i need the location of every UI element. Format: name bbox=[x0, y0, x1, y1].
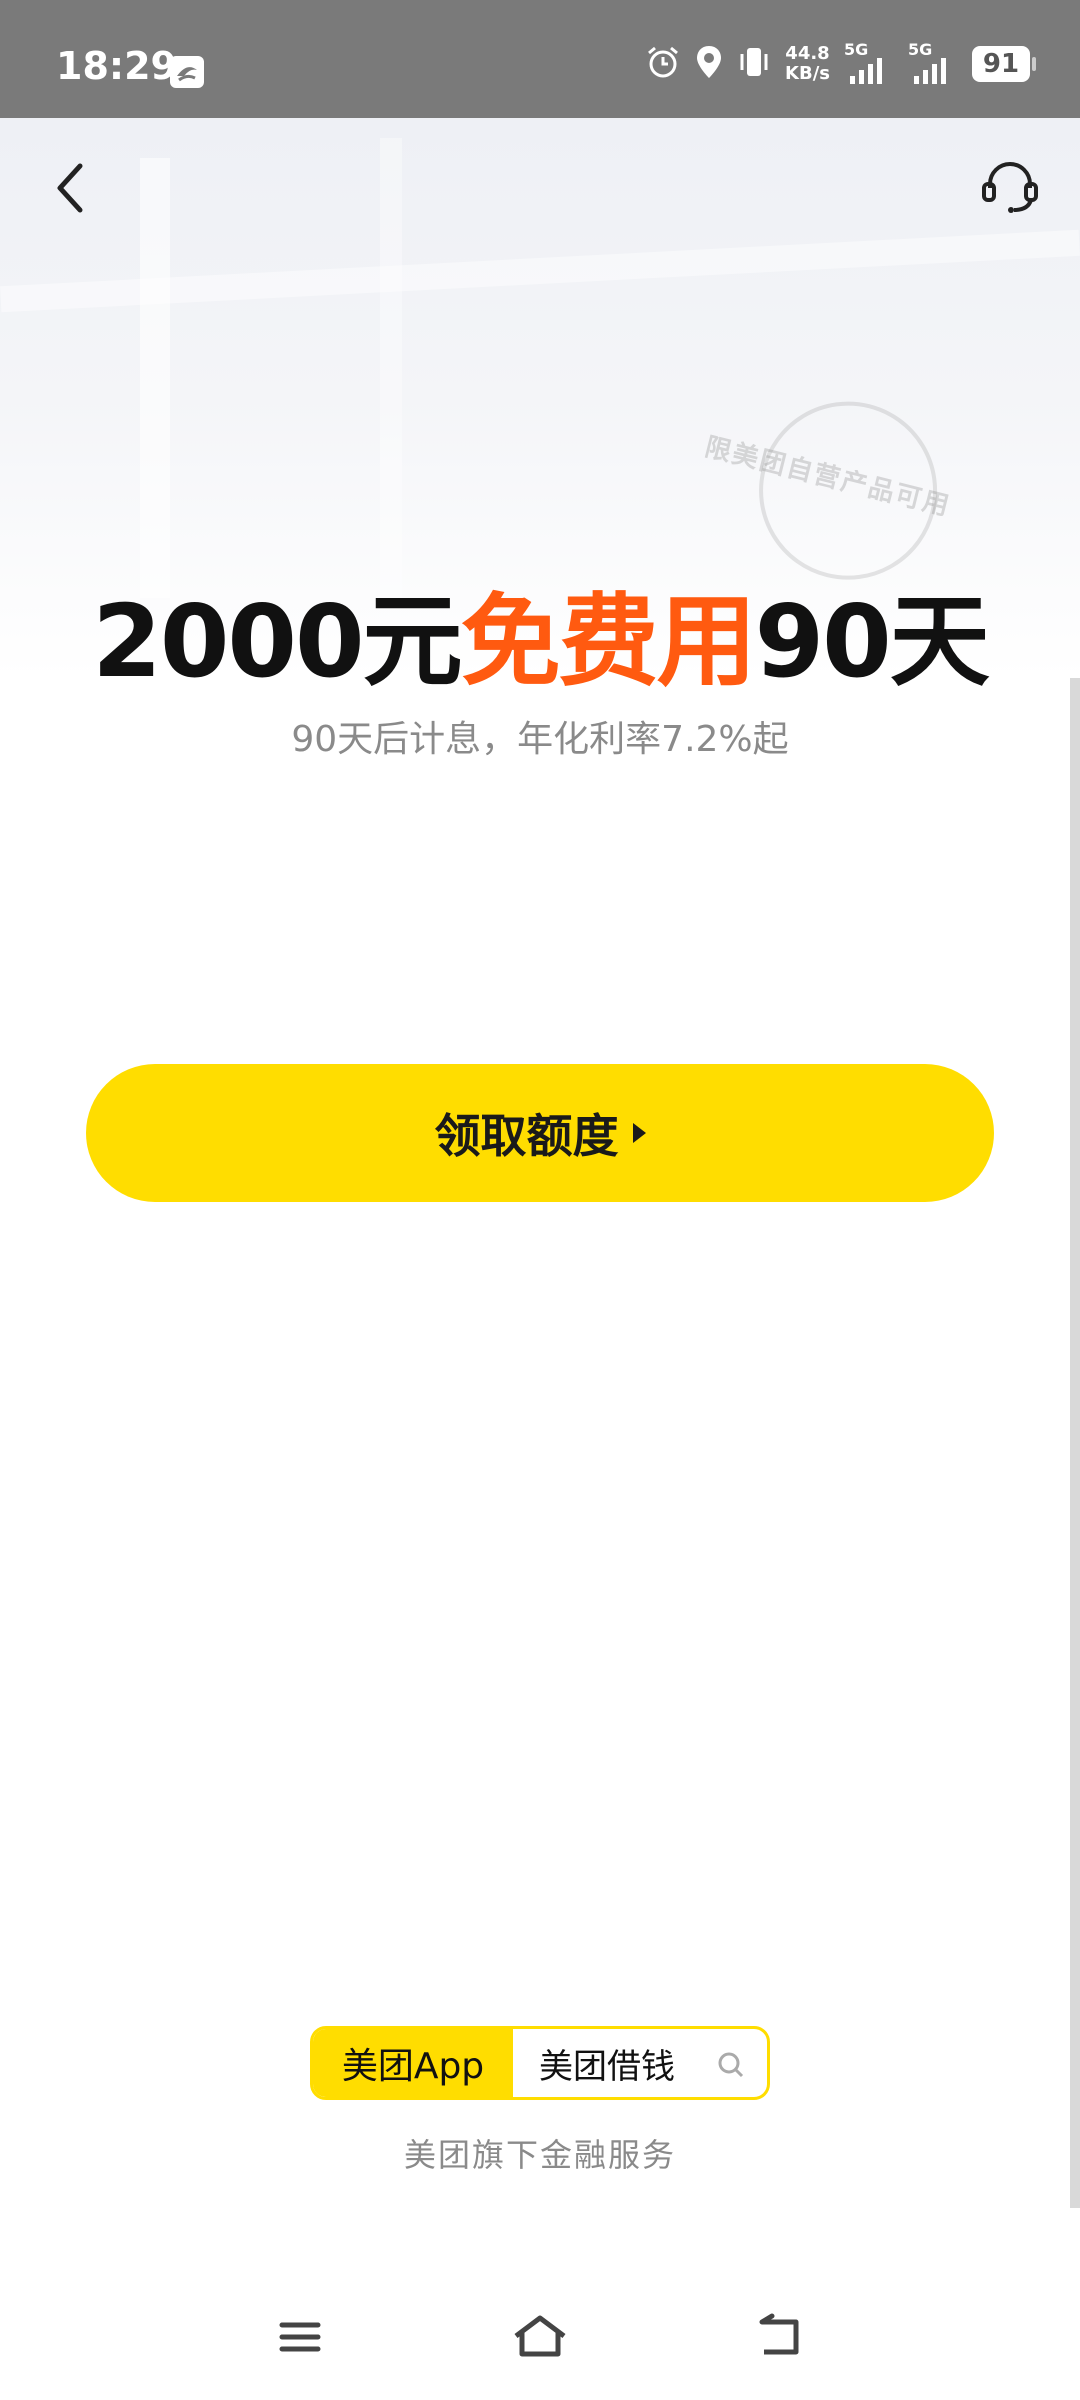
back-icon bbox=[759, 2313, 799, 2355]
search-query-box: 美团借钱 bbox=[513, 2029, 767, 2097]
signal-sim2: 5G bbox=[908, 40, 958, 84]
nav-back-button[interactable] bbox=[750, 2312, 810, 2362]
notification-icon bbox=[170, 56, 204, 88]
background-decoration bbox=[380, 138, 402, 598]
network-speed-value: 44.8 bbox=[785, 43, 830, 64]
network-speed-unit: KB/s bbox=[785, 63, 830, 84]
headline-highlight: 免费用 bbox=[460, 583, 757, 700]
menu-icon bbox=[279, 2322, 321, 2352]
home-icon bbox=[514, 2315, 566, 2357]
sim1-network-label: 5G bbox=[844, 40, 869, 59]
background-decoration bbox=[140, 158, 170, 598]
claim-credit-label: 领取额度 bbox=[434, 1109, 619, 1163]
page-headline: 2000元免费用90天 bbox=[0, 560, 1080, 705]
status-time: 18:29 bbox=[56, 44, 177, 88]
location-icon bbox=[695, 44, 723, 84]
customer-service-button[interactable] bbox=[980, 156, 1040, 216]
footer-note: 美团旗下金融服务 bbox=[403, 2136, 676, 2174]
status-bar: 18:29 44.8 KB/s 5G 5G 91 bbox=[0, 0, 1080, 118]
interest-note: 90天后计息，年化利率7.2%起 bbox=[291, 719, 789, 760]
back-arrow-icon bbox=[57, 163, 83, 213]
claim-credit-button[interactable]: 领取额度 bbox=[86, 1064, 994, 1202]
headline-duration: 90天 bbox=[754, 583, 990, 700]
system-nav-bar bbox=[0, 2268, 1080, 2400]
search-query-text: 美团借钱 bbox=[539, 2046, 675, 2087]
sim2-network-label: 5G bbox=[908, 40, 933, 59]
headset-icon bbox=[982, 162, 1038, 213]
headline-amount: 2000元 bbox=[92, 583, 462, 700]
signal-sim1: 5G bbox=[844, 40, 894, 84]
play-arrow-icon bbox=[632, 1123, 646, 1143]
app-name-label: 美团App bbox=[313, 2029, 513, 2097]
back-button[interactable] bbox=[48, 160, 94, 216]
status-icons: 44.8 KB/s 5G 5G 91 bbox=[645, 40, 1036, 84]
vibrate-icon bbox=[737, 44, 771, 84]
network-speed: 44.8 KB/s bbox=[785, 44, 830, 84]
signal-bars-icon bbox=[914, 58, 946, 84]
battery-indicator: 91 bbox=[972, 46, 1036, 82]
search-icon bbox=[718, 2052, 744, 2078]
nav-menu-button[interactable] bbox=[270, 2312, 330, 2362]
nav-home-button[interactable] bbox=[510, 2312, 570, 2362]
alarm-icon bbox=[645, 44, 681, 84]
brand-search-hint[interactable]: 美团App 美团借钱 bbox=[310, 2026, 770, 2100]
signal-bars-icon bbox=[850, 58, 882, 84]
